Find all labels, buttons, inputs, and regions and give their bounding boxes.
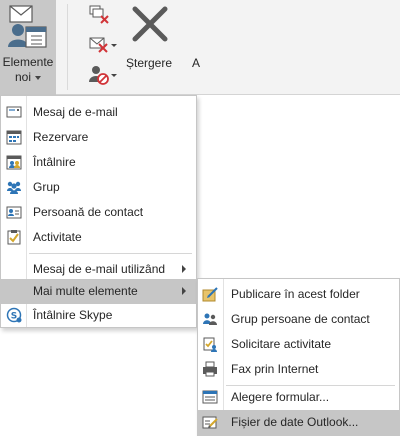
fax-icon	[203, 361, 217, 377]
submenu-item-contact-group[interactable]: Grup persoane de contact	[198, 307, 399, 332]
meeting-icon	[6, 155, 22, 170]
calendar-icon	[6, 130, 22, 145]
data-file-icon	[202, 416, 218, 429]
submenu-item-internet-fax[interactable]: Fax prin Internet	[198, 357, 399, 382]
contact-card-icon	[6, 206, 22, 219]
delete-button[interactable]: Ștergere	[126, 56, 172, 70]
ribbon-cut-off-label: A	[192, 56, 201, 70]
submenu-item-task-request[interactable]: Solicitare activitate	[198, 332, 399, 357]
new-items-menu: Mesaj de e-mail Rezervare Întâlnire Grup	[0, 95, 197, 328]
chevron-right-icon	[182, 265, 186, 273]
new-items-label: Elemente noi	[2, 55, 54, 84]
more-items-submenu: Publicare în acest folder Grup persoane …	[197, 278, 400, 436]
clean-up-icon[interactable]	[88, 34, 118, 56]
new-items-icon	[8, 5, 47, 48]
menu-item-task[interactable]: Activitate	[1, 225, 196, 250]
svg-text:S: S	[11, 312, 17, 322]
new-items-button[interactable]: Elemente noi	[0, 0, 56, 95]
envelope-icon	[6, 106, 22, 118]
chevron-right-icon	[182, 287, 186, 295]
menu-item-appointment[interactable]: Rezervare	[1, 125, 196, 150]
menu-item-more-items[interactable]: Mai multe elemente	[1, 279, 196, 304]
menu-item-email-message[interactable]: Mesaj de e-mail	[1, 100, 196, 125]
post-icon	[202, 287, 218, 302]
menu-item-contact[interactable]: Persoană de contact	[1, 200, 196, 225]
menu-item-skype-meeting[interactable]: S Întâlnire Skype	[1, 303, 196, 328]
chevron-down-icon	[35, 75, 41, 80]
ribbon: Elemente noi Ștergere A	[0, 0, 400, 95]
ribbon-separator	[67, 4, 68, 90]
delete-icon[interactable]	[130, 4, 170, 44]
junk-icon[interactable]	[88, 64, 118, 86]
menu-divider	[29, 253, 192, 254]
submenu-item-choose-form[interactable]: Alegere formular...	[198, 385, 399, 410]
menu-item-group[interactable]: Grup	[1, 175, 196, 200]
submenu-item-post[interactable]: Publicare în acest folder	[198, 282, 399, 307]
group-icon	[7, 181, 21, 194]
form-icon	[202, 390, 218, 404]
contact-group-icon	[203, 313, 217, 325]
task-request-icon	[203, 337, 217, 352]
ignore-icon[interactable]	[88, 4, 110, 26]
task-icon	[7, 230, 21, 245]
menu-item-meeting[interactable]: Întâlnire	[1, 150, 196, 175]
submenu-item-outlook-data-file[interactable]: Fișier de date Outlook...	[198, 410, 399, 435]
skype-icon: S	[6, 307, 22, 323]
